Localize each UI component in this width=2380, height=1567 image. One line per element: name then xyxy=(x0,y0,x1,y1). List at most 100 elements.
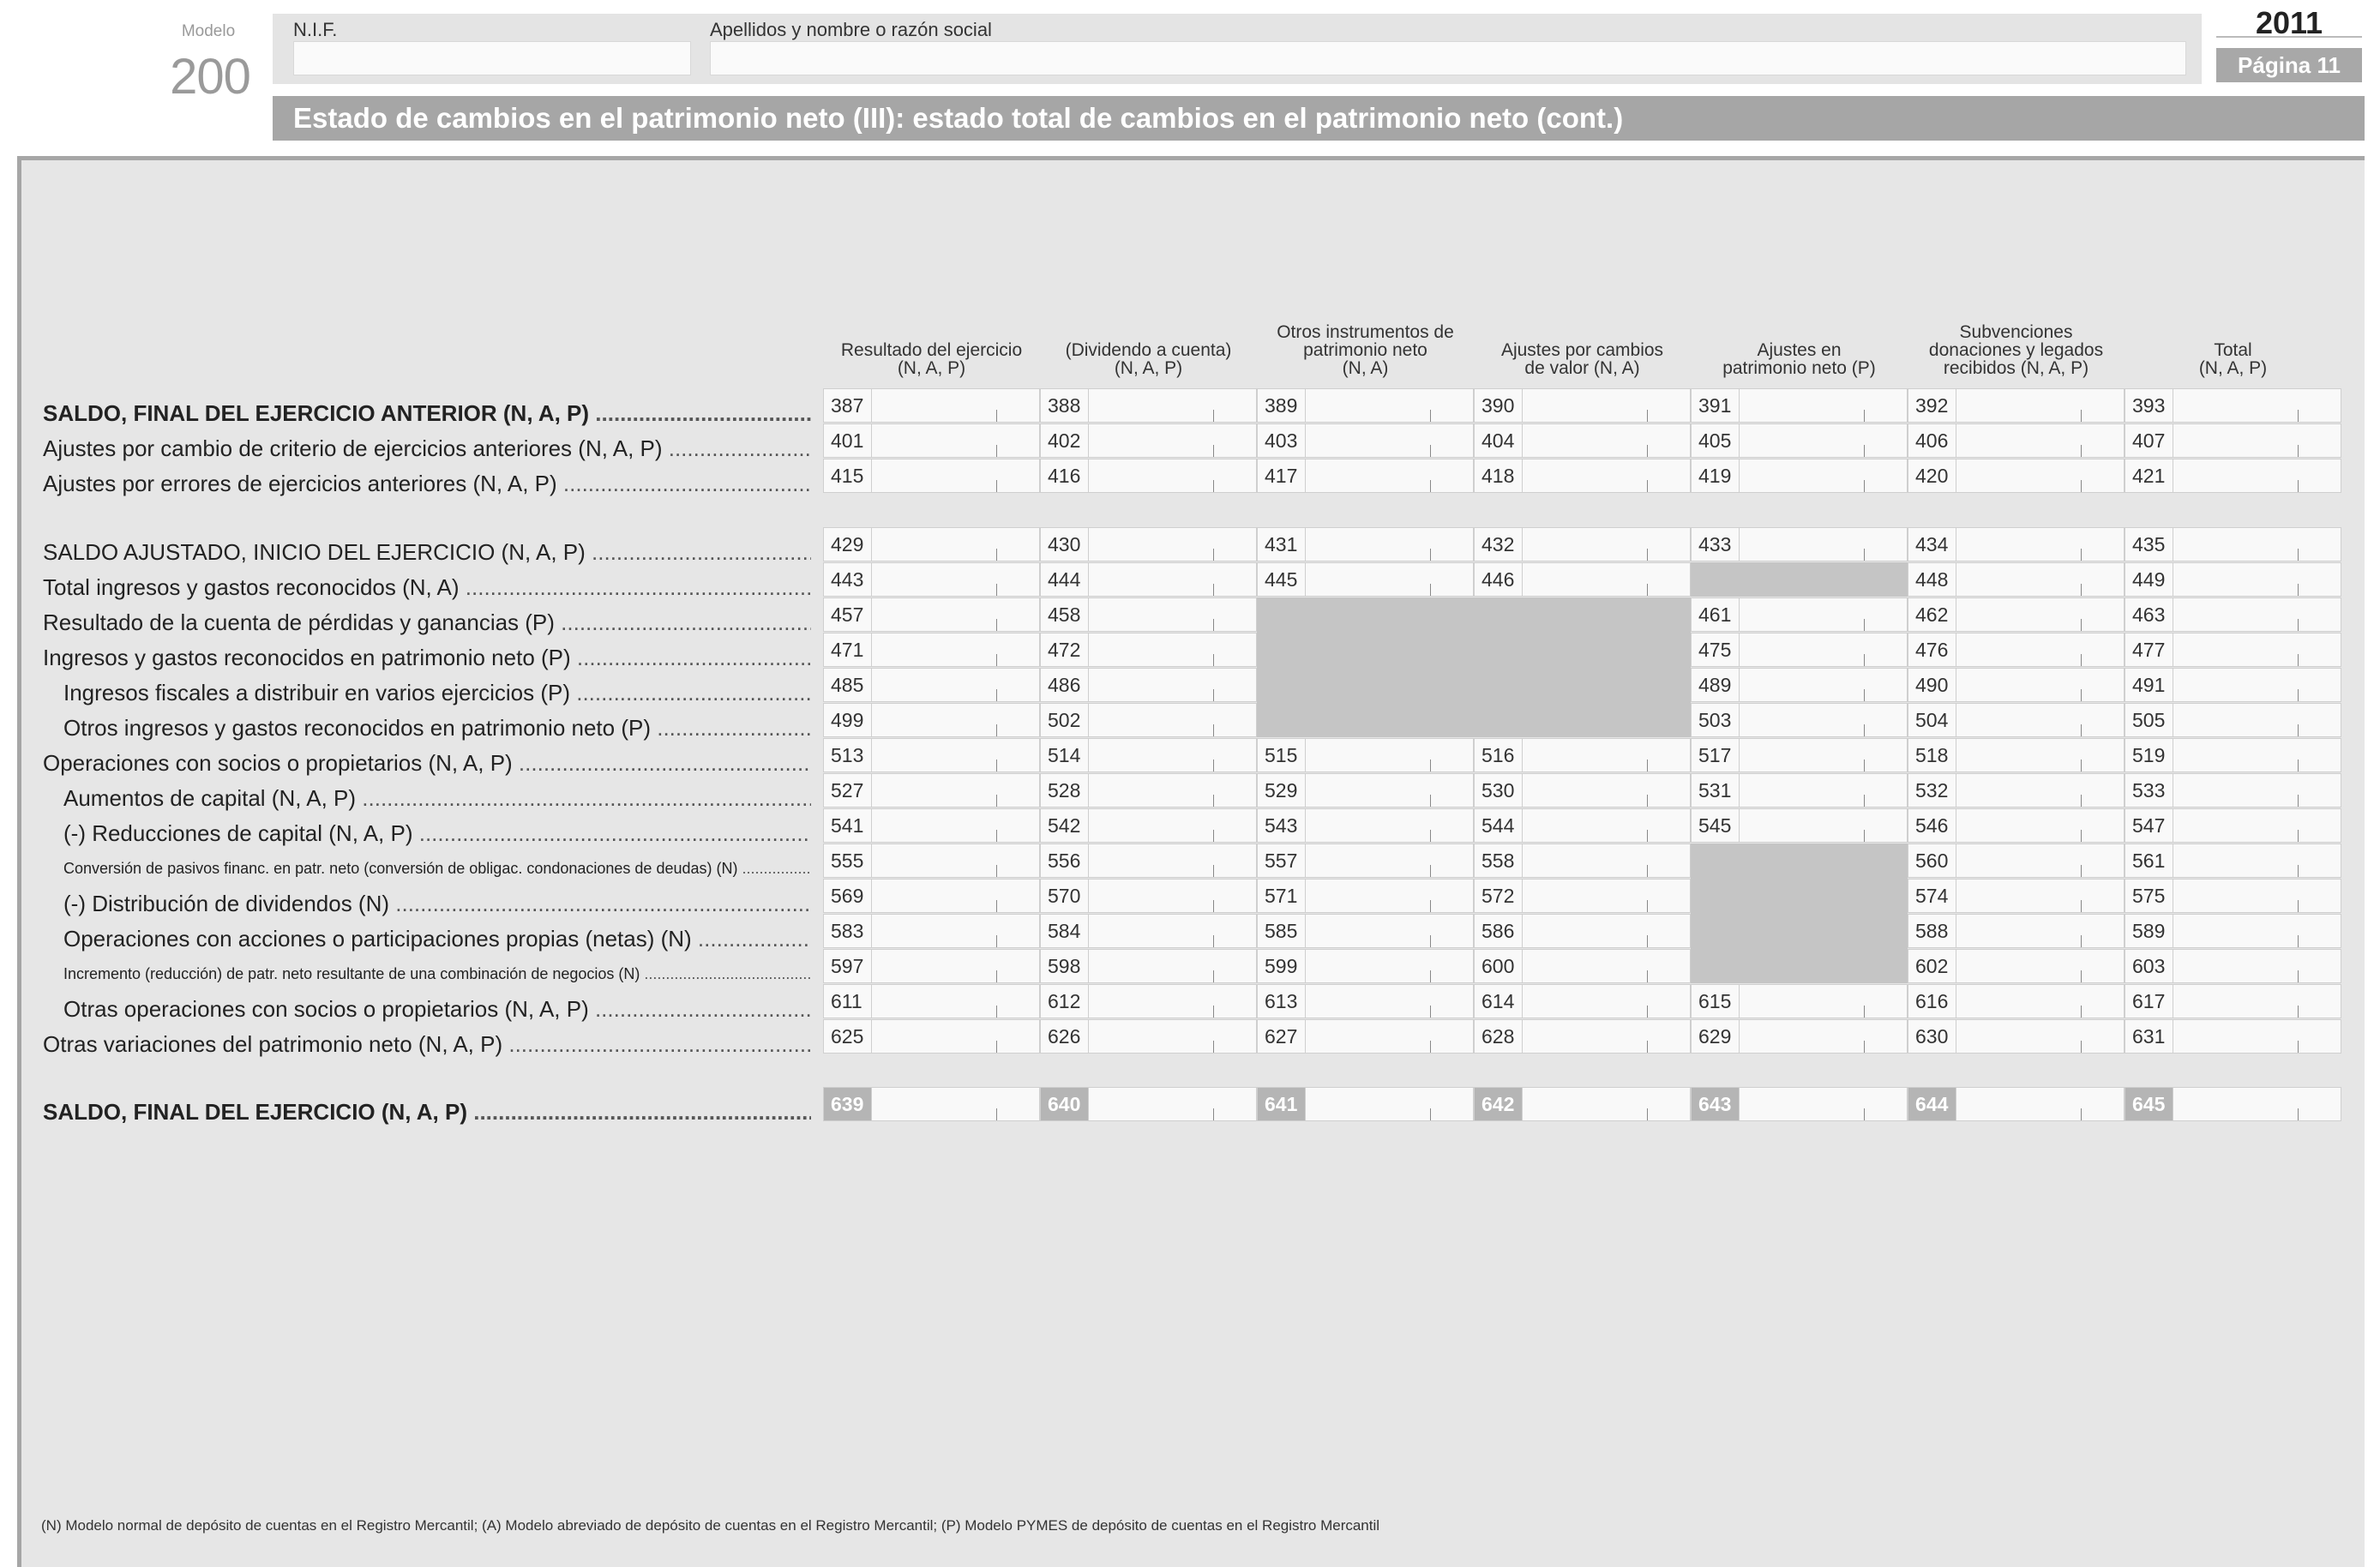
amount-field[interactable]: 555 xyxy=(823,844,1040,878)
amount-field[interactable]: 513 xyxy=(823,738,1040,772)
amount-field[interactable]: 517 xyxy=(1691,738,1908,772)
amount-field[interactable]: 543 xyxy=(1257,808,1474,843)
amount-field[interactable]: 391 xyxy=(1691,388,1908,423)
amount-field[interactable]: 598 xyxy=(1040,949,1257,983)
amount-field[interactable]: 533 xyxy=(2125,773,2341,808)
amount-field[interactable]: 558 xyxy=(1474,844,1691,878)
amount-field[interactable]: 390 xyxy=(1474,388,1691,423)
amount-field[interactable]: 589 xyxy=(2125,914,2341,948)
amount-field[interactable]: 571 xyxy=(1257,879,1474,913)
amount-field[interactable]: 530 xyxy=(1474,773,1691,808)
amount-field[interactable]: 627 xyxy=(1257,1019,1474,1054)
amount-field[interactable]: 435 xyxy=(2125,527,2341,561)
amount-field[interactable]: 642 xyxy=(1474,1087,1691,1121)
amount-field[interactable]: 404 xyxy=(1474,423,1691,458)
amount-field[interactable]: 502 xyxy=(1040,703,1257,737)
amount-field[interactable]: 560 xyxy=(1908,844,2125,878)
amount-field[interactable]: 489 xyxy=(1691,668,1908,702)
amount-field[interactable]: 556 xyxy=(1040,844,1257,878)
amount-field[interactable]: 449 xyxy=(2125,562,2341,597)
amount-field[interactable]: 613 xyxy=(1257,984,1474,1018)
amount-field[interactable]: 545 xyxy=(1691,808,1908,843)
amount-field[interactable]: 527 xyxy=(823,773,1040,808)
amount-field[interactable]: 574 xyxy=(1908,879,2125,913)
amount-field[interactable]: 392 xyxy=(1908,388,2125,423)
amount-field[interactable]: 643 xyxy=(1691,1087,1908,1121)
amount-field[interactable]: 475 xyxy=(1691,633,1908,667)
amount-field[interactable]: 434 xyxy=(1908,527,2125,561)
amount-field[interactable]: 641 xyxy=(1257,1087,1474,1121)
amount-field[interactable]: 418 xyxy=(1474,459,1691,493)
amount-field[interactable]: 417 xyxy=(1257,459,1474,493)
amount-field[interactable]: 532 xyxy=(1908,773,2125,808)
amount-field[interactable]: 583 xyxy=(823,914,1040,948)
amount-field[interactable]: 445 xyxy=(1257,562,1474,597)
amount-field[interactable]: 616 xyxy=(1908,984,2125,1018)
amount-field[interactable]: 514 xyxy=(1040,738,1257,772)
amount-field[interactable]: 614 xyxy=(1474,984,1691,1018)
amount-field[interactable]: 490 xyxy=(1908,668,2125,702)
amount-field[interactable]: 444 xyxy=(1040,562,1257,597)
amount-field[interactable]: 561 xyxy=(2125,844,2341,878)
amount-field[interactable]: 486 xyxy=(1040,668,1257,702)
amount-field[interactable]: 631 xyxy=(2125,1019,2341,1054)
amount-field[interactable]: 406 xyxy=(1908,423,2125,458)
amount-field[interactable]: 588 xyxy=(1908,914,2125,948)
amount-field[interactable]: 611 xyxy=(823,984,1040,1018)
amount-field[interactable]: 503 xyxy=(1691,703,1908,737)
amount-field[interactable]: 403 xyxy=(1257,423,1474,458)
amount-field[interactable]: 575 xyxy=(2125,879,2341,913)
amount-field[interactable]: 387 xyxy=(823,388,1040,423)
amount-field[interactable]: 516 xyxy=(1474,738,1691,772)
amount-field[interactable]: 419 xyxy=(1691,459,1908,493)
amount-field[interactable]: 529 xyxy=(1257,773,1474,808)
amount-field[interactable]: 471 xyxy=(823,633,1040,667)
amount-field[interactable]: 541 xyxy=(823,808,1040,843)
amount-field[interactable]: 448 xyxy=(1908,562,2125,597)
amount-field[interactable]: 586 xyxy=(1474,914,1691,948)
amount-field[interactable]: 389 xyxy=(1257,388,1474,423)
amount-field[interactable]: 528 xyxy=(1040,773,1257,808)
amount-field[interactable]: 499 xyxy=(823,703,1040,737)
amount-field[interactable]: 421 xyxy=(2125,459,2341,493)
amount-field[interactable]: 626 xyxy=(1040,1019,1257,1054)
amount-field[interactable]: 472 xyxy=(1040,633,1257,667)
amount-field[interactable]: 603 xyxy=(2125,949,2341,983)
amount-field[interactable]: 407 xyxy=(2125,423,2341,458)
amount-field[interactable]: 547 xyxy=(2125,808,2341,843)
amount-field[interactable]: 476 xyxy=(1908,633,2125,667)
amount-field[interactable]: 617 xyxy=(2125,984,2341,1018)
amount-field[interactable]: 505 xyxy=(2125,703,2341,737)
amount-field[interactable]: 544 xyxy=(1474,808,1691,843)
amount-field[interactable]: 415 xyxy=(823,459,1040,493)
amount-field[interactable]: 518 xyxy=(1908,738,2125,772)
amount-field[interactable]: 572 xyxy=(1474,879,1691,913)
amount-field[interactable]: 420 xyxy=(1908,459,2125,493)
amount-field[interactable]: 542 xyxy=(1040,808,1257,843)
amount-field[interactable]: 569 xyxy=(823,879,1040,913)
amount-field[interactable]: 628 xyxy=(1474,1019,1691,1054)
amount-field[interactable]: 477 xyxy=(2125,633,2341,667)
amount-field[interactable]: 430 xyxy=(1040,527,1257,561)
amount-field[interactable]: 546 xyxy=(1908,808,2125,843)
amount-field[interactable]: 461 xyxy=(1691,597,1908,632)
amount-field[interactable]: 640 xyxy=(1040,1087,1257,1121)
amount-field[interactable]: 557 xyxy=(1257,844,1474,878)
amount-field[interactable]: 630 xyxy=(1908,1019,2125,1054)
amount-field[interactable]: 443 xyxy=(823,562,1040,597)
amount-field[interactable]: 462 xyxy=(1908,597,2125,632)
amount-field[interactable]: 639 xyxy=(823,1087,1040,1121)
amount-field[interactable]: 584 xyxy=(1040,914,1257,948)
amount-field[interactable]: 625 xyxy=(823,1019,1040,1054)
amount-field[interactable]: 599 xyxy=(1257,949,1474,983)
amount-field[interactable]: 570 xyxy=(1040,879,1257,913)
amount-field[interactable]: 600 xyxy=(1474,949,1691,983)
amount-field[interactable]: 446 xyxy=(1474,562,1691,597)
amount-field[interactable]: 393 xyxy=(2125,388,2341,423)
amount-field[interactable]: 644 xyxy=(1908,1087,2125,1121)
amount-field[interactable]: 597 xyxy=(823,949,1040,983)
amount-field[interactable]: 433 xyxy=(1691,527,1908,561)
amount-field[interactable]: 531 xyxy=(1691,773,1908,808)
amount-field[interactable]: 402 xyxy=(1040,423,1257,458)
amount-field[interactable]: 388 xyxy=(1040,388,1257,423)
